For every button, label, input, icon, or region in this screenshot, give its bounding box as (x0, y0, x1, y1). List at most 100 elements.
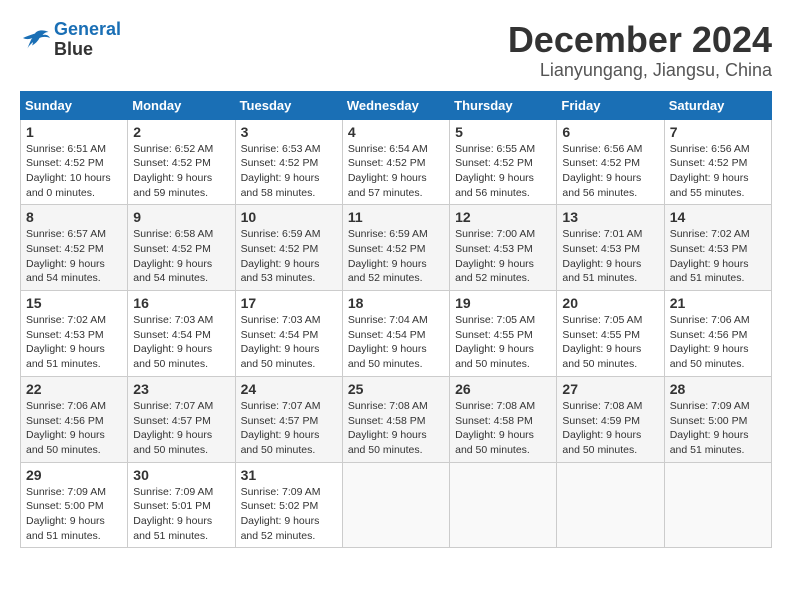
calendar-cell: 30 Sunrise: 7:09 AM Sunset: 5:01 PM Dayli… (128, 462, 235, 548)
weekday-header-sunday: Sunday (21, 91, 128, 119)
day-number: 29 (26, 467, 122, 483)
day-number: 12 (455, 209, 551, 225)
day-info: Sunrise: 7:06 AM Sunset: 4:56 PM Dayligh… (26, 399, 122, 458)
day-number: 13 (562, 209, 658, 225)
calendar-cell: 29 Sunrise: 7:09 AM Sunset: 5:00 PM Dayli… (21, 462, 128, 548)
weekday-header-monday: Monday (128, 91, 235, 119)
day-info: Sunrise: 7:08 AM Sunset: 4:58 PM Dayligh… (348, 399, 444, 458)
day-number: 8 (26, 209, 122, 225)
calendar-cell (664, 462, 771, 548)
day-number: 1 (26, 124, 122, 140)
day-number: 31 (241, 467, 337, 483)
day-info: Sunrise: 7:09 AM Sunset: 5:02 PM Dayligh… (241, 485, 337, 544)
day-info: Sunrise: 7:08 AM Sunset: 4:59 PM Dayligh… (562, 399, 658, 458)
calendar-cell: 1 Sunrise: 6:51 AM Sunset: 4:52 PM Daylig… (21, 119, 128, 205)
page-header: GeneralBlue December 2024 Lianyungang, J… (20, 20, 772, 81)
day-info: Sunrise: 6:58 AM Sunset: 4:52 PM Dayligh… (133, 227, 229, 286)
calendar-cell: 31 Sunrise: 7:09 AM Sunset: 5:02 PM Dayli… (235, 462, 342, 548)
calendar-cell: 7 Sunrise: 6:56 AM Sunset: 4:52 PM Daylig… (664, 119, 771, 205)
calendar-cell: 27Sunrise: 7:08 AM Sunset: 4:59 PM Dayli… (557, 376, 664, 462)
day-number: 28 (670, 381, 766, 397)
day-info: Sunrise: 6:59 AM Sunset: 4:52 PM Dayligh… (241, 227, 337, 286)
day-info: Sunrise: 7:08 AM Sunset: 4:58 PM Dayligh… (455, 399, 551, 458)
logo-icon (20, 27, 50, 52)
day-number: 11 (348, 209, 444, 225)
day-number: 16 (133, 295, 229, 311)
calendar-cell: 8Sunrise: 6:57 AM Sunset: 4:52 PM Daylig… (21, 205, 128, 291)
calendar-week-5: 29 Sunrise: 7:09 AM Sunset: 5:00 PM Dayli… (21, 462, 772, 548)
day-number: 6 (562, 124, 658, 140)
day-info: Sunrise: 6:52 AM Sunset: 4:52 PM Dayligh… (133, 142, 229, 201)
weekday-header-friday: Friday (557, 91, 664, 119)
day-number: 3 (241, 124, 337, 140)
calendar-cell: 9 Sunrise: 6:58 AM Sunset: 4:52 PM Daylig… (128, 205, 235, 291)
day-info: Sunrise: 6:54 AM Sunset: 4:52 PM Dayligh… (348, 142, 444, 201)
weekday-header-tuesday: Tuesday (235, 91, 342, 119)
weekday-header-thursday: Thursday (450, 91, 557, 119)
day-info: Sunrise: 7:05 AM Sunset: 4:55 PM Dayligh… (562, 313, 658, 372)
day-number: 23 (133, 381, 229, 397)
day-info: Sunrise: 7:04 AM Sunset: 4:54 PM Dayligh… (348, 313, 444, 372)
day-number: 10 (241, 209, 337, 225)
day-number: 4 (348, 124, 444, 140)
day-number: 9 (133, 209, 229, 225)
calendar-cell: 20 Sunrise: 7:05 AM Sunset: 4:55 PM Dayli… (557, 291, 664, 377)
day-info: Sunrise: 7:09 AM Sunset: 5:00 PM Dayligh… (670, 399, 766, 458)
day-info: Sunrise: 6:56 AM Sunset: 4:52 PM Dayligh… (670, 142, 766, 201)
calendar-cell (342, 462, 449, 548)
day-number: 17 (241, 295, 337, 311)
day-number: 25 (348, 381, 444, 397)
day-info: Sunrise: 7:00 AM Sunset: 4:53 PM Dayligh… (455, 227, 551, 286)
location-title: Lianyungang, Jiangsu, China (508, 60, 772, 81)
calendar-cell: 22Sunrise: 7:06 AM Sunset: 4:56 PM Dayli… (21, 376, 128, 462)
day-number: 2 (133, 124, 229, 140)
day-info: Sunrise: 7:09 AM Sunset: 5:00 PM Dayligh… (26, 485, 122, 544)
calendar-cell: 26 Sunrise: 7:08 AM Sunset: 4:58 PM Dayli… (450, 376, 557, 462)
calendar-week-4: 22Sunrise: 7:06 AM Sunset: 4:56 PM Dayli… (21, 376, 772, 462)
calendar-header: SundayMondayTuesdayWednesdayThursdayFrid… (21, 91, 772, 119)
day-number: 26 (455, 381, 551, 397)
day-info: Sunrise: 7:01 AM Sunset: 4:53 PM Dayligh… (562, 227, 658, 286)
calendar-week-1: 1 Sunrise: 6:51 AM Sunset: 4:52 PM Daylig… (21, 119, 772, 205)
calendar-week-2: 8Sunrise: 6:57 AM Sunset: 4:52 PM Daylig… (21, 205, 772, 291)
day-info: Sunrise: 6:59 AM Sunset: 4:52 PM Dayligh… (348, 227, 444, 286)
calendar-cell: 17 Sunrise: 7:03 AM Sunset: 4:54 PM Dayli… (235, 291, 342, 377)
logo-text: GeneralBlue (54, 20, 121, 60)
calendar-cell: 25 Sunrise: 7:08 AM Sunset: 4:58 PM Dayli… (342, 376, 449, 462)
day-number: 19 (455, 295, 551, 311)
calendar-cell: 11 Sunrise: 6:59 AM Sunset: 4:52 PM Dayli… (342, 205, 449, 291)
calendar-cell: 12 Sunrise: 7:00 AM Sunset: 4:53 PM Dayli… (450, 205, 557, 291)
weekday-header-saturday: Saturday (664, 91, 771, 119)
day-info: Sunrise: 7:07 AM Sunset: 4:57 PM Dayligh… (241, 399, 337, 458)
day-info: Sunrise: 7:06 AM Sunset: 4:56 PM Dayligh… (670, 313, 766, 372)
calendar-cell: 23 Sunrise: 7:07 AM Sunset: 4:57 PM Dayli… (128, 376, 235, 462)
day-info: Sunrise: 6:56 AM Sunset: 4:52 PM Dayligh… (562, 142, 658, 201)
calendar-cell: 14Sunrise: 7:02 AM Sunset: 4:53 PM Dayli… (664, 205, 771, 291)
day-number: 5 (455, 124, 551, 140)
logo: GeneralBlue (20, 20, 121, 60)
day-number: 20 (562, 295, 658, 311)
calendar-cell: 2 Sunrise: 6:52 AM Sunset: 4:52 PM Daylig… (128, 119, 235, 205)
day-info: Sunrise: 7:03 AM Sunset: 4:54 PM Dayligh… (133, 313, 229, 372)
calendar-cell: 10 Sunrise: 6:59 AM Sunset: 4:52 PM Dayli… (235, 205, 342, 291)
day-info: Sunrise: 7:05 AM Sunset: 4:55 PM Dayligh… (455, 313, 551, 372)
day-info: Sunrise: 7:02 AM Sunset: 4:53 PM Dayligh… (670, 227, 766, 286)
calendar-cell (557, 462, 664, 548)
calendar-cell: 16 Sunrise: 7:03 AM Sunset: 4:54 PM Dayli… (128, 291, 235, 377)
calendar-cell: 19 Sunrise: 7:05 AM Sunset: 4:55 PM Dayli… (450, 291, 557, 377)
day-number: 30 (133, 467, 229, 483)
day-info: Sunrise: 6:53 AM Sunset: 4:52 PM Dayligh… (241, 142, 337, 201)
day-info: Sunrise: 7:09 AM Sunset: 5:01 PM Dayligh… (133, 485, 229, 544)
title-block: December 2024 Lianyungang, Jiangsu, Chin… (508, 20, 772, 81)
calendar-cell (450, 462, 557, 548)
day-info: Sunrise: 7:02 AM Sunset: 4:53 PM Dayligh… (26, 313, 122, 372)
day-info: Sunrise: 7:07 AM Sunset: 4:57 PM Dayligh… (133, 399, 229, 458)
day-info: Sunrise: 6:51 AM Sunset: 4:52 PM Dayligh… (26, 142, 122, 201)
calendar-cell: 15Sunrise: 7:02 AM Sunset: 4:53 PM Dayli… (21, 291, 128, 377)
calendar-cell: 4 Sunrise: 6:54 AM Sunset: 4:52 PM Daylig… (342, 119, 449, 205)
calendar-cell: 28 Sunrise: 7:09 AM Sunset: 5:00 PM Dayli… (664, 376, 771, 462)
day-info: Sunrise: 7:03 AM Sunset: 4:54 PM Dayligh… (241, 313, 337, 372)
calendar-table: SundayMondayTuesdayWednesdayThursdayFrid… (20, 91, 772, 549)
day-info: Sunrise: 6:55 AM Sunset: 4:52 PM Dayligh… (455, 142, 551, 201)
day-number: 7 (670, 124, 766, 140)
